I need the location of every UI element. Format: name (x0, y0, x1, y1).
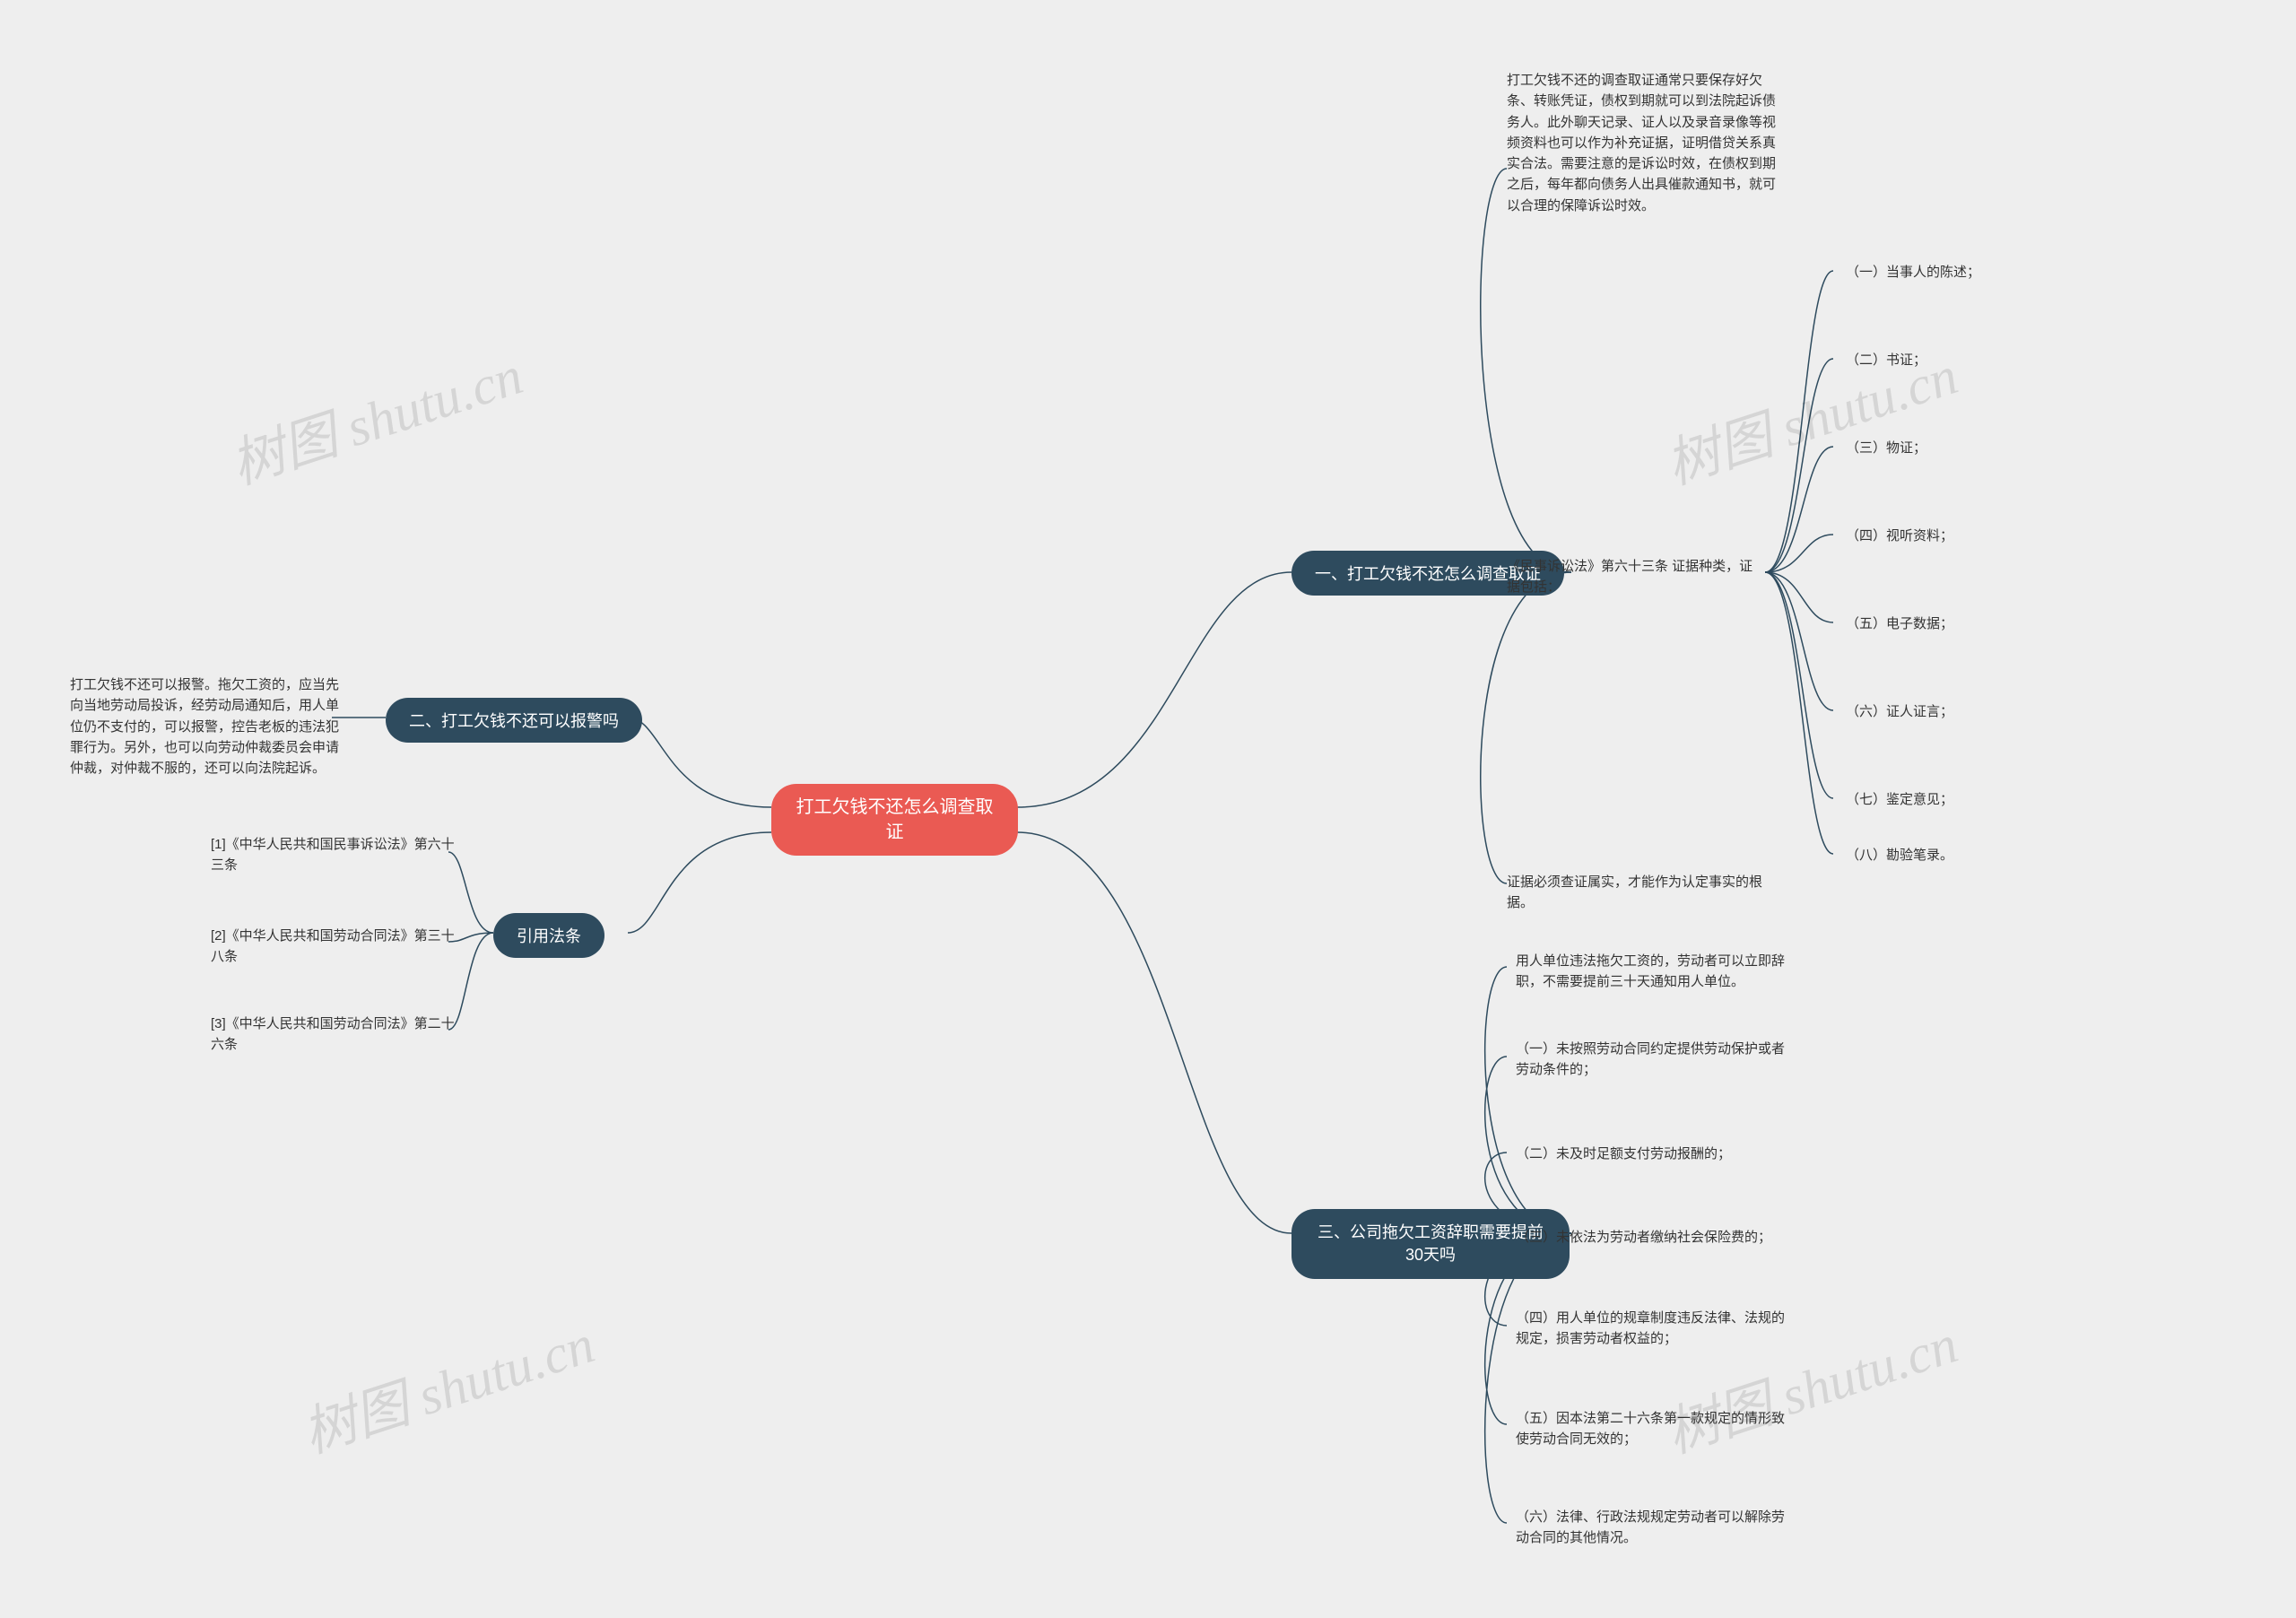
branch-3-item-1: （一）未按照劳动合同约定提供劳动保护或者劳动条件的； (1516, 1039, 1785, 1081)
branch-3-item-6: （六）法律、行政法规规定劳动者可以解除劳动合同的其他情况。 (1516, 1507, 1785, 1549)
branch-2-content: 打工欠钱不还可以报警。拖欠工资的，应当先向当地劳动局投诉，经劳动局通知后，用人单… (70, 674, 339, 779)
branch-3-item-4: （四）用人单位的规章制度违反法律、法规的规定，损害劳动者权益的； (1516, 1308, 1785, 1350)
branch-1-item-5: （五）电子数据； (1846, 613, 2007, 634)
branch-1-intro: 打工欠钱不还的调查取证通常只要保存好欠条、转账凭证，债权到期就可以到法院起诉债务… (1507, 70, 1776, 216)
branch-2[interactable]: 二、打工欠钱不还可以报警吗 (386, 698, 642, 743)
branch-3-intro: 用人单位违法拖欠工资的，劳动者可以立即辞职，不需要提前三十天通知用人单位。 (1516, 951, 1785, 993)
branch-1-item-7: （七）鉴定意见； (1846, 789, 2007, 810)
branch-1-item-3: （三）物证； (1846, 438, 2007, 458)
branch-1-item-2: （二）书证； (1846, 350, 2007, 370)
branch-3-item-3: （三）未依法为劳动者缴纳社会保险费的； (1516, 1227, 1785, 1248)
branch-1-item-8: （八）勘验笔录。 (1846, 845, 2007, 866)
branch-1-item-6: （六）证人证言； (1846, 701, 2007, 722)
branch-1-item-1: （一）当事人的陈述； (1846, 262, 2007, 283)
branch-1-footer: 证据必须查证属实，才能作为认定事实的根据。 (1507, 872, 1776, 914)
branch-3-title: 三、公司拖欠工资辞职需要提前30天吗 (1315, 1222, 1546, 1266)
branch-1-law-line: 《民事诉讼法》第六十三条 证据种类，证据包括： (1507, 556, 1758, 598)
branch-4-title: 引用法条 (517, 924, 581, 947)
branch-3-item-5: （五）因本法第二十六条第一款规定的情形致使劳动合同无效的； (1516, 1408, 1785, 1450)
branch-1-item-4: （四）视听资料； (1846, 526, 2007, 546)
branch-2-title: 二、打工欠钱不还可以报警吗 (409, 709, 619, 732)
branch-4-item-3: [3]《中华人民共和国劳动合同法》第二十六条 (211, 1013, 462, 1056)
watermark: 树图 shutu.cn (291, 1300, 603, 1468)
root-title: 打工欠钱不还怎么调查取证 (793, 795, 996, 845)
root-node[interactable]: 打工欠钱不还怎么调查取证 (771, 784, 1018, 856)
branch-3-item-2: （二）未及时足额支付劳动报酬的； (1516, 1144, 1785, 1164)
branch-4[interactable]: 引用法条 (493, 913, 604, 958)
branch-4-item-2: [2]《中华人民共和国劳动合同法》第三十八条 (211, 926, 462, 968)
branch-4-item-1: [1]《中华人民共和国民事诉讼法》第六十三条 (211, 834, 462, 876)
watermark: 树图 shutu.cn (220, 332, 531, 500)
